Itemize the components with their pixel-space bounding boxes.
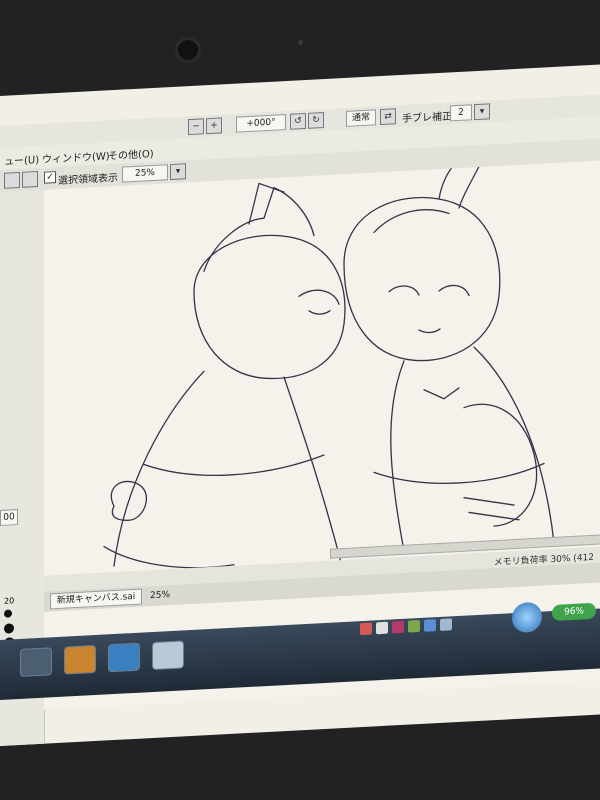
stabilizer-dropdown-icon[interactable]: ▾ — [474, 103, 490, 121]
tool-icon[interactable] — [4, 171, 20, 189]
selection-display-checkbox[interactable]: ✓ — [44, 171, 56, 184]
zoom-field[interactable]: 25% — [122, 164, 168, 183]
taskbar-media-icon[interactable] — [64, 644, 96, 675]
tray-icon[interactable] — [408, 619, 420, 633]
rotate-right-icon[interactable]: ↻ — [308, 112, 324, 129]
menu-item-window[interactable]: ウィンドウ(W) — [42, 147, 110, 166]
rotate-left-icon[interactable]: ↺ — [290, 112, 306, 130]
menu-item-view[interactable]: ュー(U) — [4, 151, 39, 168]
panel-field[interactable]: 00 — [0, 509, 18, 526]
document-tab[interactable]: 新規キャンバス.sai — [50, 588, 142, 610]
taskbar-browser-icon[interactable] — [108, 642, 140, 673]
rotation-field[interactable]: +000° — [236, 114, 286, 133]
taskbar-paint-app-icon[interactable] — [152, 640, 184, 671]
webcam — [178, 40, 198, 60]
taskbar-folder-icon[interactable] — [20, 647, 52, 677]
flip-icon[interactable]: ⇄ — [380, 108, 396, 126]
brush-size-label: 20 — [4, 596, 15, 606]
tray-icon[interactable] — [360, 622, 372, 636]
stabilizer-label: 手ブレ補正 — [402, 111, 452, 125]
tray-icon[interactable] — [440, 618, 452, 631]
brush-size-dot[interactable] — [4, 609, 12, 618]
start-orb-icon[interactable] — [512, 601, 542, 634]
battery-indicator[interactable]: 96% — [552, 602, 596, 622]
laptop-bezel: − + +000° ↺ ↻ 通常 ⇄ 手ブレ補正 2 ▾ ュー(U) ウィンドウ… — [0, 0, 600, 800]
selection-display-label: 選択領域表示 — [58, 172, 118, 187]
brush-size-dot[interactable] — [4, 623, 14, 634]
tray-icon[interactable] — [392, 620, 404, 634]
zoom-out-icon[interactable]: − — [188, 118, 204, 136]
blend-mode-select[interactable]: 通常 — [346, 109, 376, 127]
document-zoom: 25% — [150, 590, 171, 602]
tray-icon[interactable] — [376, 621, 388, 635]
menu-item-other[interactable]: その他(O) — [108, 145, 154, 162]
camera-indicator — [298, 40, 303, 45]
zoom-dropdown-icon[interactable]: ▾ — [170, 163, 186, 181]
tray-icon[interactable] — [424, 619, 436, 632]
stabilizer-value[interactable]: 2 — [450, 104, 472, 122]
tool-icon-2[interactable] — [22, 171, 38, 188]
zoom-in-icon[interactable]: + — [206, 117, 222, 135]
